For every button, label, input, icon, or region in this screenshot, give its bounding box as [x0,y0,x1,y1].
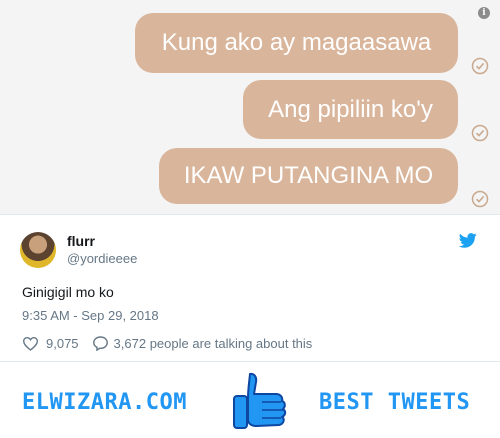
heart-icon[interactable] [22,336,39,351]
tweet-card: flurr @yordieeee Ginigigil mo ko 9:35 AM… [0,214,500,362]
check-circle-icon [471,124,489,142]
twitter-bird-icon[interactable] [459,233,477,248]
message-text: IKAW PUTANGINA MO [183,162,434,189]
avatar[interactable] [20,232,56,268]
message-text: Kung ako ay magaasawa [161,29,432,56]
message-bubble: IKAW PUTANGINA MO [159,148,458,204]
message-text: Ang pipiliin ko'y [268,95,433,123]
info-icon[interactable]: i [478,7,490,19]
conversation-count[interactable]: 3,672 people are talking about this [114,336,313,351]
tweet-timestamp[interactable]: 9:35 AM - Sep 29, 2018 [22,308,159,323]
check-circle-icon [471,190,489,208]
like-count[interactable]: 9,075 [46,336,79,351]
user-handle[interactable]: @yordieeee [67,251,137,266]
message-bubble: Kung ako ay magaasawa [135,13,458,73]
message-bubble: Ang pipiliin ko'y [243,80,458,139]
tweet-text: Ginigigil mo ko [22,284,114,300]
check-circle-icon [471,57,489,75]
chat-screenshot: i Kung ako ay magaasawa Ang pipiliin ko'… [0,0,500,214]
user-name[interactable]: flurr [67,233,95,249]
comment-icon[interactable] [92,335,109,351]
tweet-stats: 9,075 3,672 people are talking about thi… [22,335,312,351]
thumbs-up-icon [233,372,287,429]
footer-banner: ELWIZARA.COM BEST TWEETS [0,362,500,438]
tagline: BEST TWEETS [319,390,471,415]
site-name[interactable]: ELWIZARA.COM [22,390,187,415]
